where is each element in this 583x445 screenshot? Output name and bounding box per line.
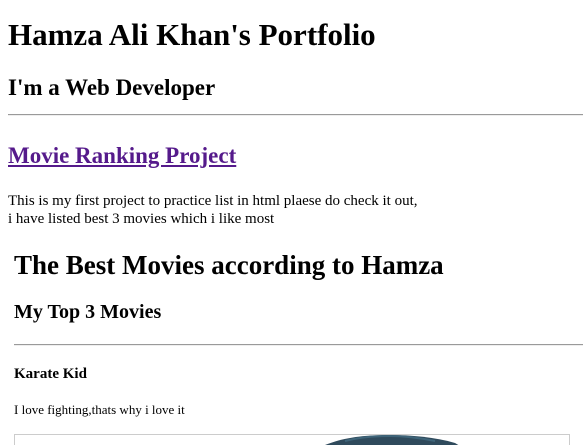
page-subtitle: I'm a Web Developer	[8, 75, 216, 100]
project-description-line-1: This is my first project to practice lis…	[8, 193, 418, 209]
divider	[14, 344, 583, 346]
movies-page-subtitle: My Top 3 Movies	[14, 301, 162, 323]
divider	[8, 114, 583, 116]
movie-ranking-project-link[interactable]: Movie Ranking Project	[8, 143, 236, 169]
page-title: Hamza Ali Khan's Portfolio	[8, 17, 376, 52]
movie-description: I love fighting,thats why i love it	[14, 402, 185, 417]
movie-title: Karate Kid	[14, 366, 87, 382]
movie-poster-graphic	[325, 435, 459, 445]
movie-poster-image	[14, 434, 570, 445]
project-description-line-2: i have listed best 3 movies which i like…	[8, 211, 275, 227]
movies-page-title: The Best Movies according to Hamza	[14, 250, 444, 280]
project-description: This is my first project to practice lis…	[8, 192, 418, 228]
